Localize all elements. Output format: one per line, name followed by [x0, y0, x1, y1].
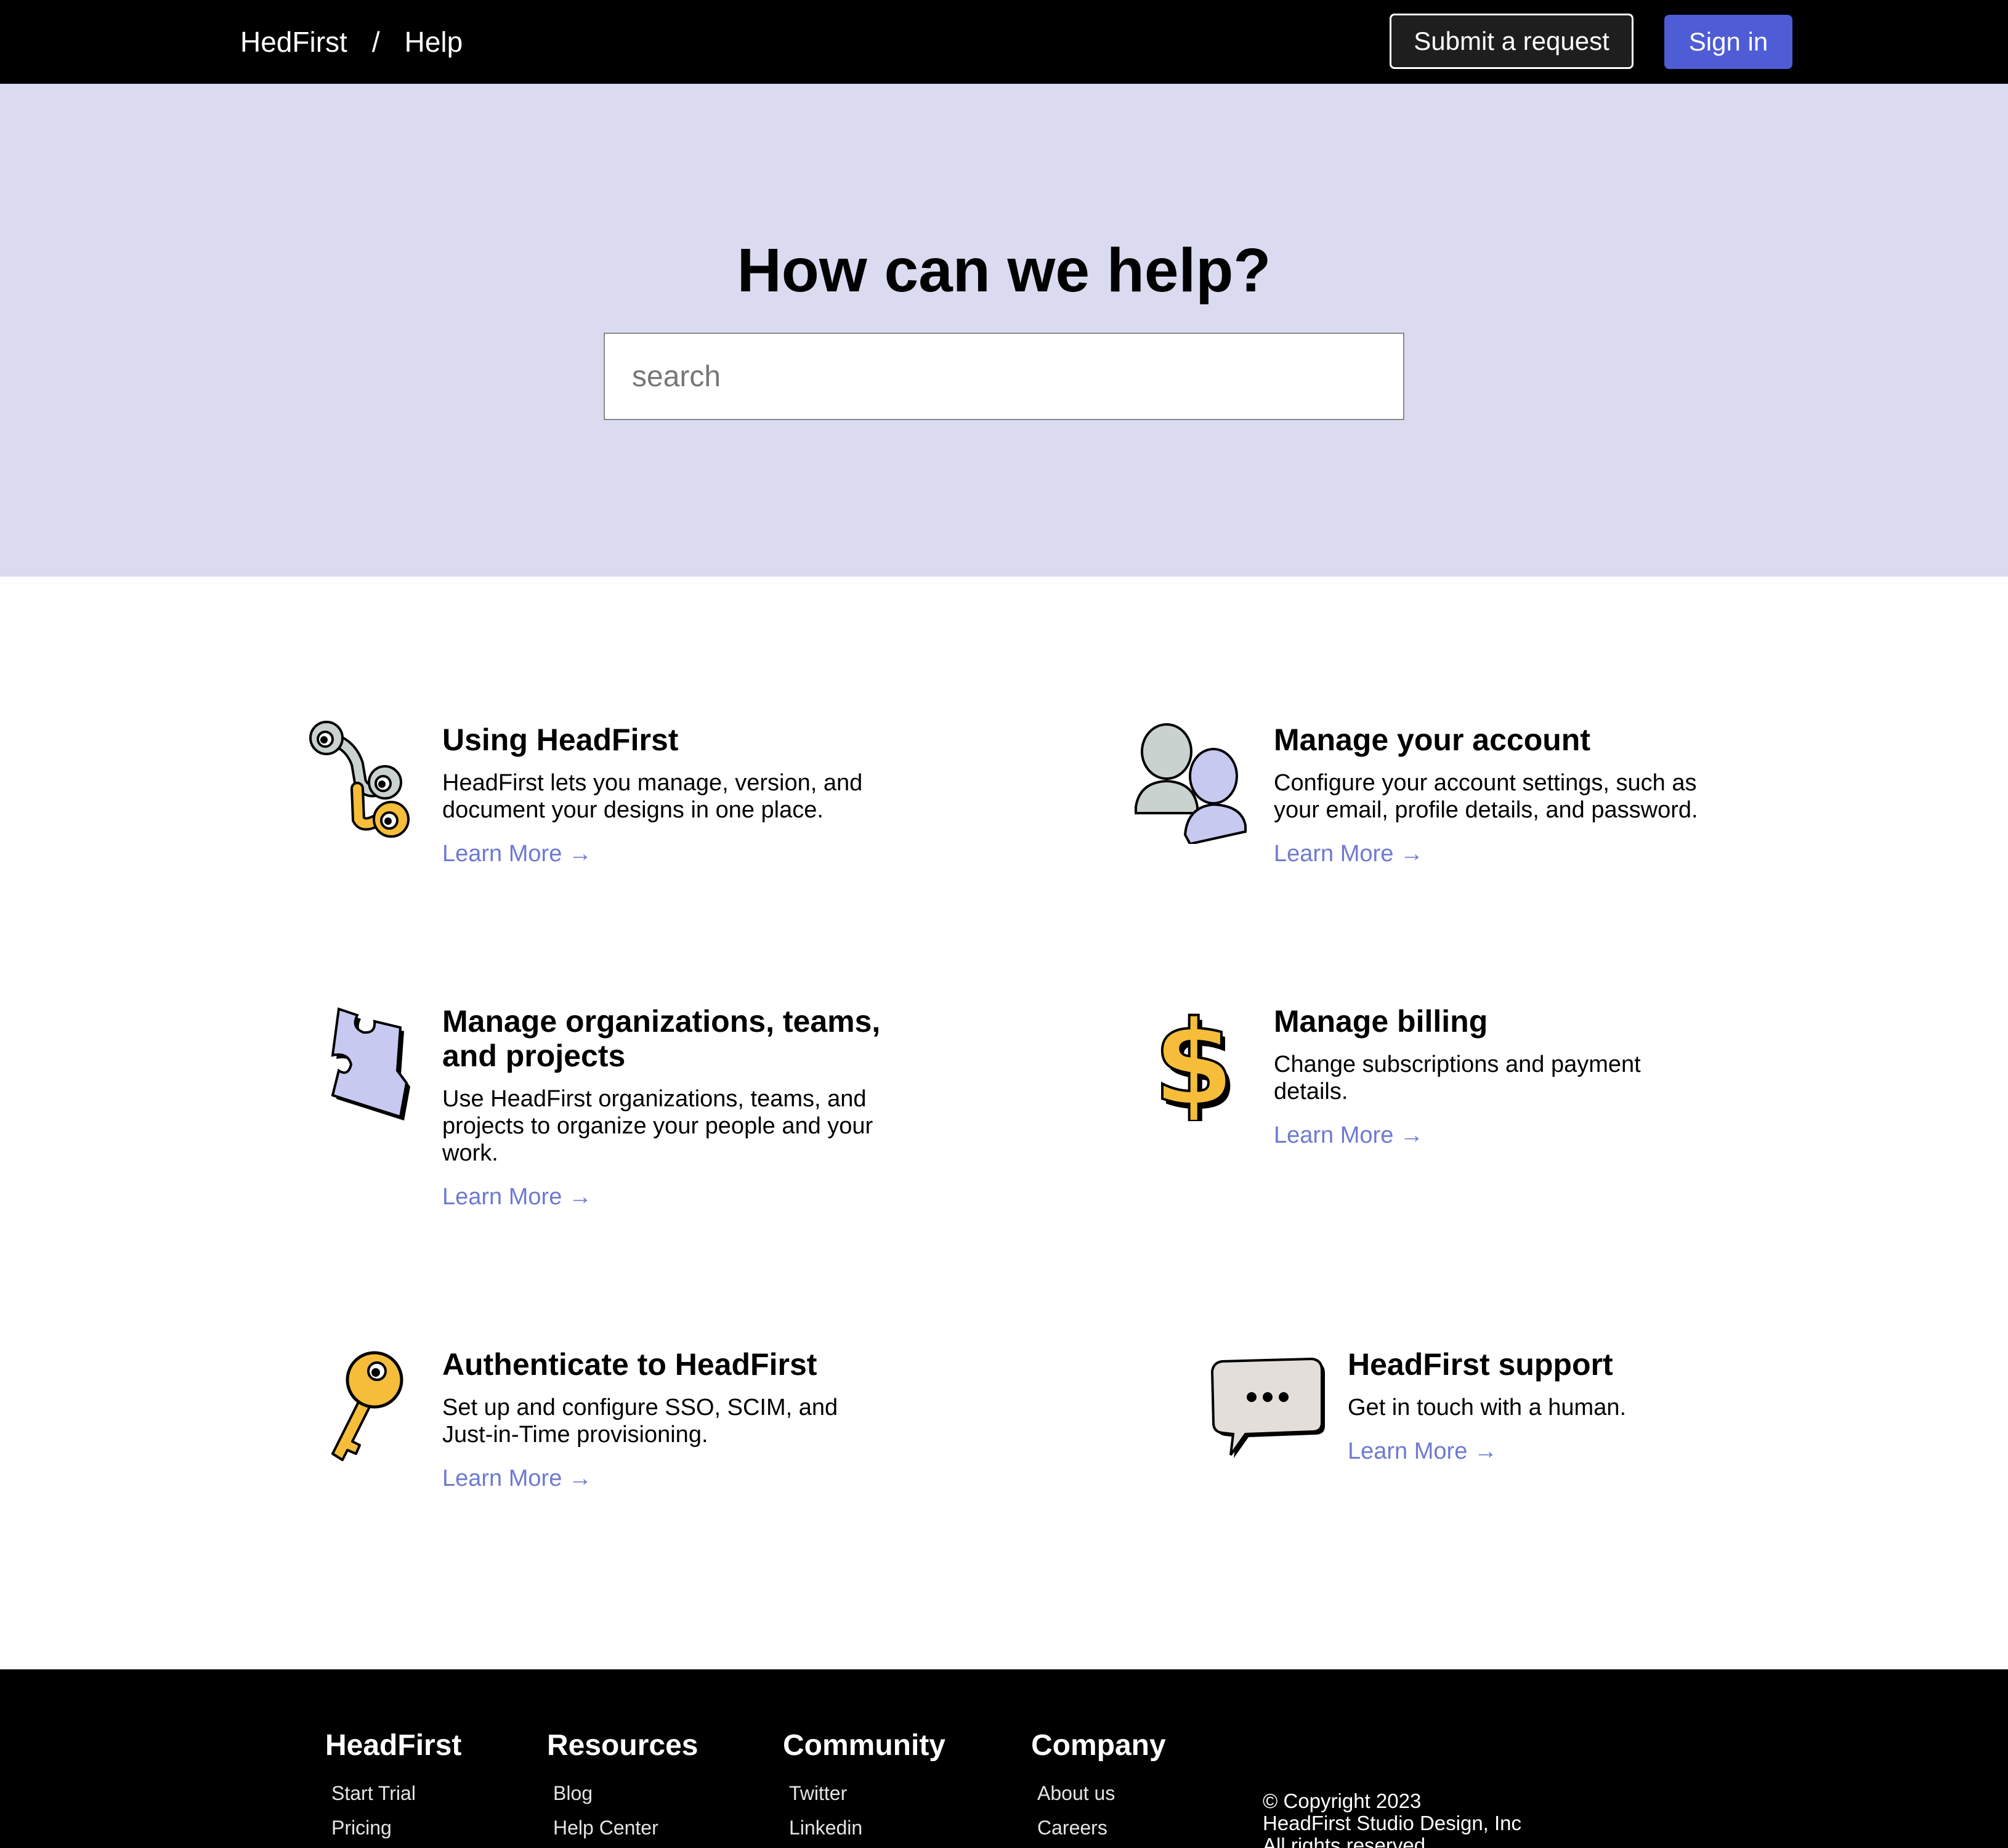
learn-more-link[interactable]: Learn More →: [442, 1465, 592, 1492]
hero-section: How can we help?: [0, 84, 2008, 577]
top-navigation-bar: HedFirst / Help Submit a request Sign in: [0, 0, 2008, 84]
footer-heading: Company: [1031, 1729, 1166, 1762]
learn-more-link[interactable]: Learn More →: [442, 1184, 592, 1210]
footer-link-help-center[interactable]: Help Center: [553, 1810, 698, 1845]
learn-more-link[interactable]: Learn More →: [1274, 1122, 1423, 1149]
connector-icon: [309, 721, 410, 838]
footer-heading: Resources: [547, 1729, 698, 1762]
submit-request-button[interactable]: Submit a request: [1390, 14, 1634, 69]
key-icon: [331, 1351, 403, 1461]
footer-link-blog[interactable]: Blog: [553, 1776, 698, 1810]
footer: HeadFirst Start Trial Pricing Resources …: [0, 1669, 2008, 1848]
sign-in-button[interactable]: Sign in: [1664, 15, 1792, 69]
card-description: HeadFirst lets you manage, version, and …: [442, 770, 863, 823]
copyright-notice: © Copyright 2023 HeadFirst Studio Design…: [1263, 1790, 1521, 1848]
footer-column-company: Company About us Careers: [1031, 1728, 1166, 1845]
card-description: Configure your account settings, such as…: [1274, 770, 1698, 823]
puzzle-icon: [331, 1007, 410, 1121]
card-title: Manage organizations, teams, and project…: [442, 1004, 881, 1073]
card-title: Manage billing: [1274, 1004, 1488, 1039]
users-icon: [1135, 723, 1247, 844]
footer-column-headfirst: HeadFirst Start Trial Pricing: [325, 1728, 461, 1845]
footer-link-careers[interactable]: Careers: [1037, 1810, 1166, 1845]
card-title: Using HeadFirst: [442, 723, 679, 757]
learn-more-link[interactable]: Learn More →: [1348, 1438, 1497, 1465]
footer-link-start-trial[interactable]: Start Trial: [331, 1776, 461, 1810]
card-description: Use HeadFirst organizations, teams, and …: [442, 1086, 873, 1166]
dollar-icon: $ $: [1152, 1004, 1238, 1121]
card-title: HeadFirst support: [1348, 1347, 1613, 1382]
breadcrumb-separator: /: [371, 26, 380, 58]
search-box[interactable]: [604, 333, 1404, 420]
card-title: Manage your account: [1274, 723, 1590, 757]
learn-more-link[interactable]: Learn More →: [442, 841, 592, 867]
copyright-rights: All rights reserved: [1263, 1834, 1426, 1848]
svg-text:$: $: [1153, 1004, 1234, 1121]
footer-heading: Community: [783, 1729, 945, 1762]
chat-bubble-icon: [1210, 1357, 1325, 1458]
card-description: Get in touch with a human.: [1348, 1395, 1627, 1420]
footer-link-twitter[interactable]: Twitter: [789, 1776, 945, 1810]
copyright-company: HeadFirst Studio Design, Inc: [1263, 1812, 1522, 1834]
copyright-line: © Copyright 2023: [1263, 1789, 1422, 1812]
learn-more-link[interactable]: Learn More →: [1274, 841, 1423, 867]
card-description: Set up and configure SSO, SCIM, and Just…: [442, 1395, 838, 1448]
page-title: How can we help?: [737, 236, 1271, 305]
footer-heading: HeadFirst: [325, 1729, 462, 1762]
footer-link-pricing[interactable]: Pricing: [331, 1810, 461, 1845]
brand-link[interactable]: HedFirst: [240, 25, 347, 59]
footer-link-about-us[interactable]: About us: [1037, 1776, 1166, 1810]
breadcrumb: HedFirst / Help: [240, 0, 463, 84]
search-input[interactable]: [631, 333, 1403, 419]
footer-link-linkedin[interactable]: Linkedin: [789, 1810, 945, 1845]
card-description: Change subscriptions and payment details…: [1274, 1052, 1641, 1104]
footer-column-resources: Resources Blog Help Center: [547, 1728, 698, 1845]
card-title: Authenticate to HeadFirst: [442, 1347, 817, 1382]
breadcrumb-help[interactable]: Help: [405, 25, 463, 59]
footer-column-community: Community Twitter Linkedin: [783, 1728, 945, 1845]
